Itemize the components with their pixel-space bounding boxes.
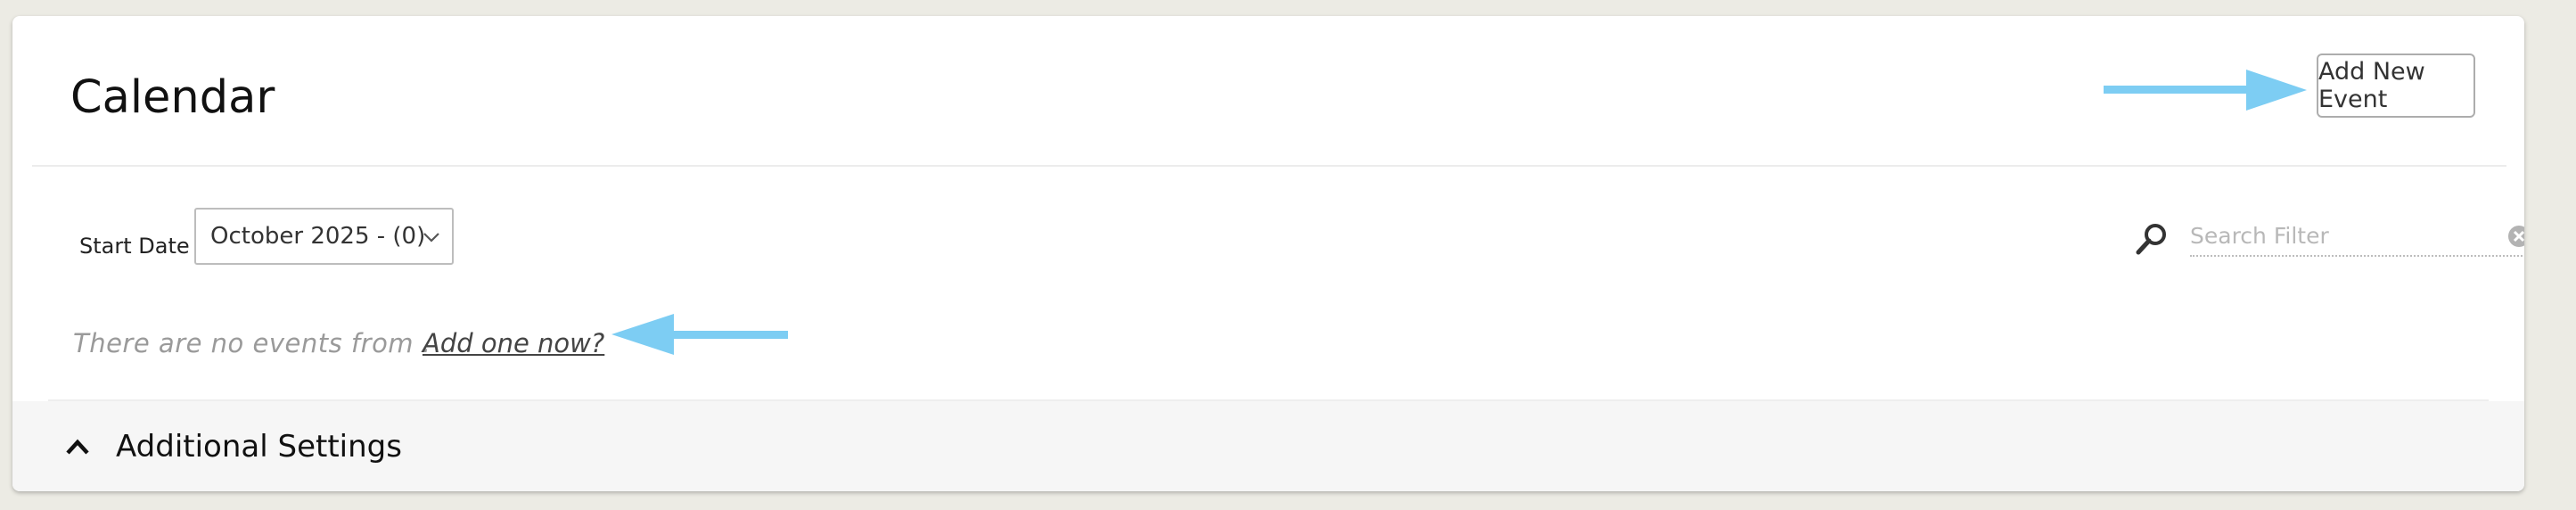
header-divider [32, 165, 2506, 167]
annotation-arrow-left-icon [611, 314, 788, 355]
search-filter [2190, 218, 2524, 257]
annotation-arrow-right-icon [2104, 70, 2307, 111]
clear-icon[interactable] [2506, 224, 2524, 249]
add-new-event-button[interactable]: Add New Event [2317, 53, 2475, 118]
add-one-now-link[interactable]: Add one now? [422, 328, 604, 358]
no-events-message: There are no events from . [73, 328, 431, 358]
calendar-panel: Calendar Add New Event Start Date Octobe… [12, 16, 2524, 491]
search-filter-input[interactable] [2190, 218, 2484, 253]
search-icon[interactable] [2134, 221, 2170, 257]
additional-settings-label[interactable]: Additional Settings [116, 429, 402, 465]
start-date-value: October 2025 - (0) [210, 223, 426, 250]
chevron-down-icon [423, 233, 439, 243]
start-date-label: Start Date [79, 234, 190, 259]
page-title: Calendar [70, 71, 275, 124]
chevron-up-icon[interactable] [64, 436, 91, 457]
start-date-select[interactable]: October 2025 - (0) [194, 208, 454, 265]
